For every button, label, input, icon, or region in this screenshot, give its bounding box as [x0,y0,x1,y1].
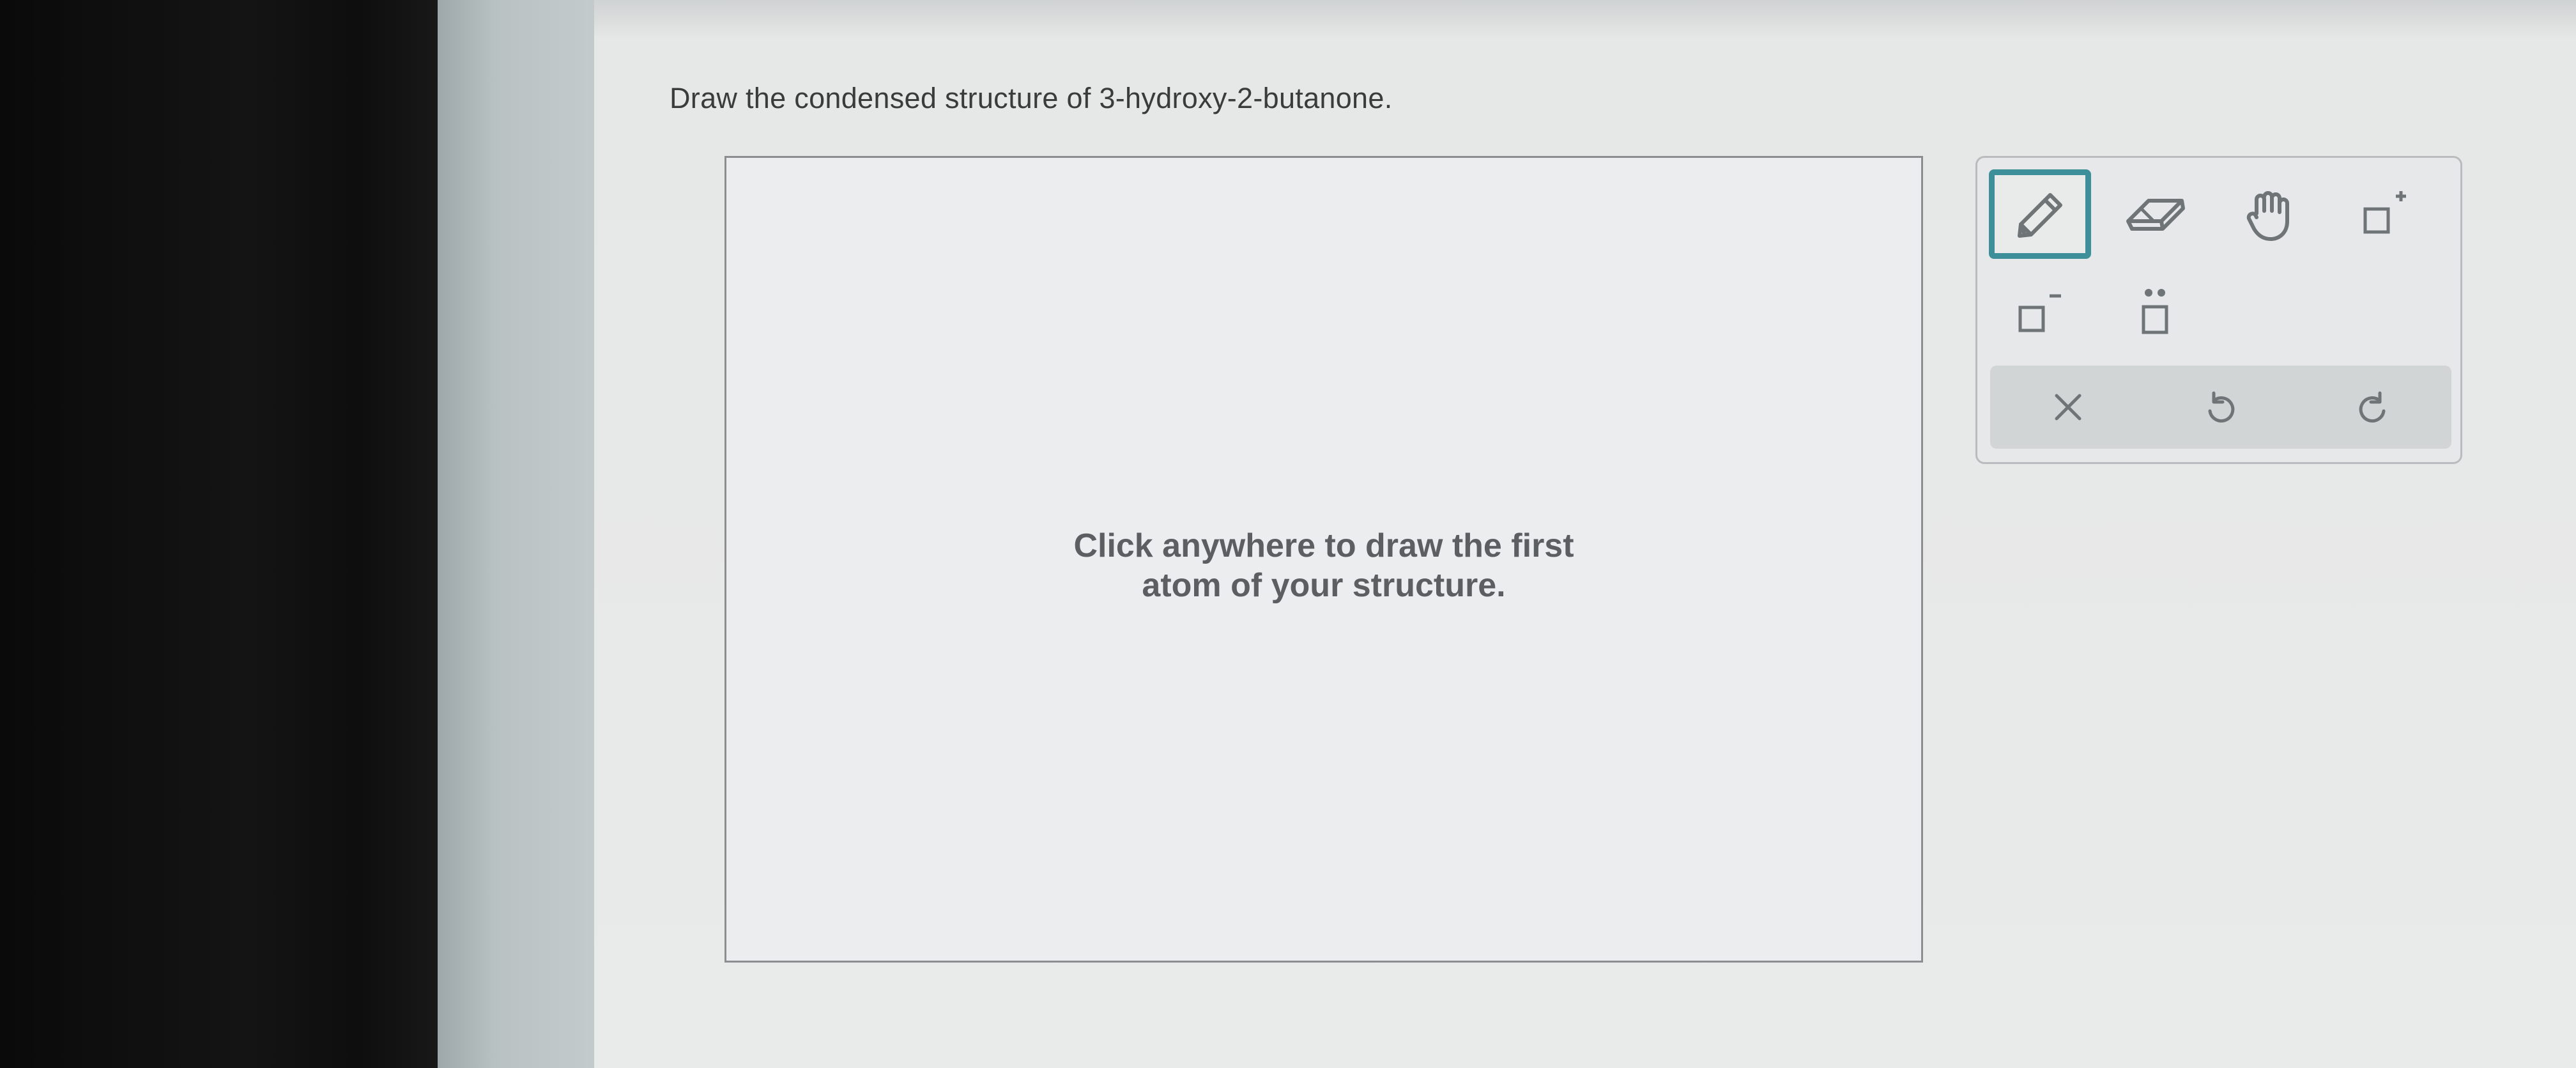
redo-button[interactable] [2316,366,2431,449]
canvas-hint-line-2: atom of your structure. [1142,567,1506,604]
drawing-canvas[interactable]: Click anywhere to draw the first atom of… [724,156,1923,963]
question-prompt: Draw the condensed structure of 3-hydrox… [670,82,1393,114]
negative-charge-icon [2011,287,2069,338]
hand-tool-button[interactable] [2219,169,2321,259]
left-margin-strip [438,0,604,1068]
positive-charge-button[interactable] [2334,169,2436,259]
negative-charge-button[interactable] [1989,268,2091,357]
canvas-hint-line-1: Click anywhere to draw the first [1073,527,1574,564]
screen-bezel [0,0,447,1068]
undo-icon [2201,388,2239,426]
eraser-icon [2123,192,2187,236]
pencil-tool-button[interactable] [1989,169,2091,259]
clear-button[interactable] [2011,366,2126,449]
lone-pair-button[interactable] [2104,268,2206,357]
eraser-tool-button[interactable] [2104,169,2206,259]
hand-icon [2242,185,2297,243]
redo-icon [2354,388,2393,426]
canvas-hint: Click anywhere to draw the first atom of… [726,526,1921,605]
lone-pair-icon [2129,284,2181,341]
action-bar [1990,366,2451,449]
pencil-icon [2011,185,2069,244]
undo-button[interactable] [2163,366,2278,449]
clear-icon [2050,389,2086,425]
tool-palette [1975,156,2462,464]
positive-charge-icon [2356,189,2414,240]
